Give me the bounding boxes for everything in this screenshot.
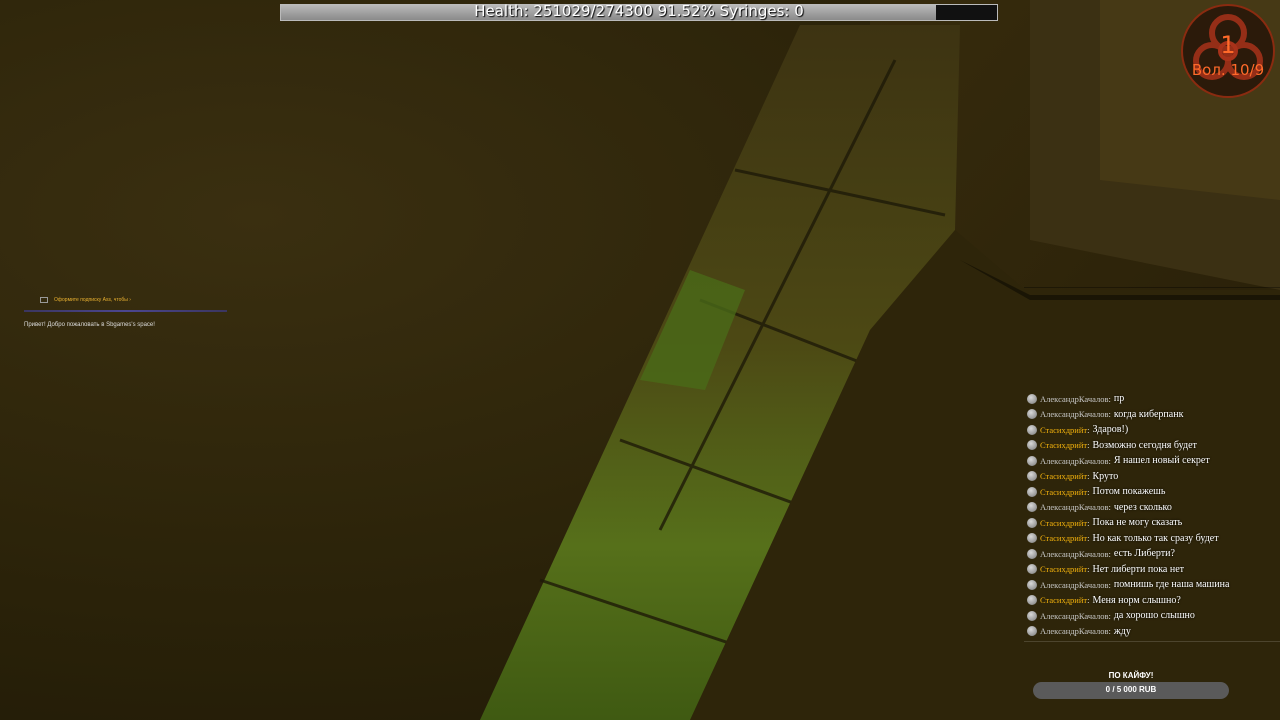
chat-bottom-divider (1024, 641, 1280, 642)
chat-avatar-icon (1027, 564, 1037, 575)
chat-username[interactable]: Стасихдрийт (1040, 518, 1087, 528)
chat-username[interactable]: Стасихдрийт (1040, 425, 1087, 435)
chat-message-text: Нет либерти пока нет (1092, 563, 1184, 575)
wave-label: Вол. 10/9 (1191, 61, 1265, 79)
mail-icon (40, 297, 48, 303)
chat-avatar-icon (1027, 595, 1037, 606)
chat-message: Стасихдрийт: Но как только так сразу буде… (1027, 531, 1277, 547)
chat-message: АлександрКачалов: когда киберпанк (1027, 407, 1277, 423)
chat-username[interactable]: Стасихдрийт (1040, 440, 1087, 450)
chat-message-text: жду (1113, 625, 1131, 637)
chat-message-text: помнишь где наша машина (1113, 579, 1230, 591)
chat-separator: : (1108, 610, 1111, 621)
chat-separator: : (1087, 424, 1090, 435)
chat-avatar-icon (1027, 409, 1037, 420)
chat-message-text: есть Либерти? (1113, 548, 1175, 560)
chat-separator: : (1108, 579, 1111, 590)
chat-username[interactable]: АлександрКачалов (1040, 456, 1108, 466)
donation-goal-title: ПО КАЙФУ! (1108, 671, 1154, 680)
chat-separator: : (1108, 393, 1111, 404)
chat-message-text: Возможно сегодня будет (1092, 439, 1197, 451)
chat-message-text: через сколько (1113, 501, 1172, 513)
chat-separator: : (1087, 595, 1090, 606)
chat-username[interactable]: АлександрКачалов (1040, 580, 1108, 590)
chat-username[interactable]: Стасихдрийт (1040, 533, 1087, 543)
chat-message-text: Пока не могу сказать (1092, 517, 1183, 529)
chat-separator: : (1087, 533, 1090, 544)
chat-message: Стасихдрийт: Пока не могу сказать (1027, 515, 1277, 531)
chat-message: АлександрКачалов: пр (1027, 391, 1277, 407)
wave-indicator: 1 Вол. 10/9 (1180, 3, 1276, 99)
chat-message-text: Здаров!) (1092, 424, 1129, 436)
stream-chat: АлександрКачалов: пр АлександрКачалов: когд… (1027, 391, 1277, 639)
chat-message-text: Меня норм слышно? (1092, 594, 1181, 606)
chat-separator: : (1087, 517, 1090, 528)
chat-avatar-icon (1027, 579, 1037, 590)
chat-username[interactable]: Стасихдрийт (1040, 564, 1087, 574)
chat-avatar-icon (1027, 393, 1037, 404)
overlay-divider (24, 310, 227, 312)
donation-goal-progress: 0 / 5 000 RUB (1105, 685, 1157, 694)
chat-message-text: да хорошо слышно (1113, 610, 1195, 622)
chat-message-text: пр (1113, 393, 1125, 405)
subscription-notice[interactable]: Оформите подписку Ass, чтобы › (40, 297, 131, 303)
chat-avatar-icon (1027, 486, 1037, 497)
chat-separator: : (1087, 471, 1090, 482)
chat-message: АлександрКачалов: Я нашел новый секрет (1027, 453, 1277, 469)
donation-goal-bar: 0 / 5 000 RUB (1033, 682, 1229, 699)
chat-avatar-icon (1027, 424, 1037, 435)
chat-message: АлександрКачалов: есть Либерти? (1027, 546, 1277, 562)
chat-username[interactable]: Стасихдрийт (1040, 471, 1087, 481)
chat-message: АлександрКачалов: помнишь где наша машина (1027, 577, 1277, 593)
chat-avatar-icon (1027, 502, 1037, 513)
chat-separator: : (1108, 409, 1111, 420)
chat-avatar-icon (1027, 533, 1037, 544)
chat-username[interactable]: Стасихдрийт (1040, 595, 1087, 605)
chat-message-text: Но как только так сразу будет (1092, 532, 1219, 544)
chat-top-divider (1024, 287, 1280, 288)
chat-message-text: Потом покажешь (1092, 486, 1166, 498)
chat-message: Стасихдрийт: Потом покажешь (1027, 484, 1277, 500)
chat-avatar-icon (1027, 517, 1037, 528)
chat-message: Стасихдрийт: Меня норм слышно? (1027, 593, 1277, 609)
health-bar: Health: 251029/274300 91.52% Syringes: 0 (280, 2, 998, 21)
chat-username[interactable]: АлександрКачалов (1040, 394, 1108, 404)
welcome-message: Привет! Добро пожаловать в Sbgames's spa… (24, 322, 155, 328)
chat-username[interactable]: АлександрКачалов (1040, 549, 1108, 559)
chat-avatar-icon (1027, 440, 1037, 451)
chat-separator: : (1087, 440, 1090, 451)
chat-separator: : (1108, 502, 1111, 513)
chat-separator: : (1108, 455, 1111, 466)
chat-separator: : (1108, 548, 1111, 559)
wave-number: 1 (1220, 31, 1236, 59)
chat-username[interactable]: Стасихдрийт (1040, 487, 1087, 497)
chat-username[interactable]: АлександрКачалов (1040, 502, 1108, 512)
chat-message-text: Я нашел новый секрет (1113, 455, 1210, 467)
chat-avatar-icon (1027, 548, 1037, 559)
chat-username[interactable]: АлександрКачалов (1040, 626, 1108, 636)
chat-message-text: когда киберпанк (1113, 408, 1184, 420)
chat-message: АлександрКачалов: жду (1027, 624, 1277, 640)
chat-message: АлександрКачалов: через сколько (1027, 500, 1277, 516)
chat-avatar-icon (1027, 610, 1037, 621)
chat-separator: : (1087, 486, 1090, 497)
health-status-text: Health: 251029/274300 91.52% Syringes: 0 (474, 2, 804, 20)
chat-avatar-icon (1027, 455, 1037, 466)
chat-message: Стасихдрийт: Здаров!) (1027, 422, 1277, 438)
chat-separator: : (1087, 564, 1090, 575)
chat-message: Стасихдрийт: Круто (1027, 469, 1277, 485)
chat-username[interactable]: АлександрКачалов (1040, 409, 1108, 419)
chat-username[interactable]: АлександрКачалов (1040, 611, 1108, 621)
chat-separator: : (1108, 626, 1111, 637)
subscription-notice-text: Оформите подписку Ass, чтобы › (54, 297, 131, 303)
chat-message: Стасихдрийт: Нет либерти пока нет (1027, 562, 1277, 578)
chat-message-text: Круто (1092, 470, 1119, 482)
chat-avatar-icon (1027, 626, 1037, 637)
chat-avatar-icon (1027, 471, 1037, 482)
chat-message: АлександрКачалов: да хорошо слышно (1027, 608, 1277, 624)
chat-message: Стасихдрийт: Возможно сегодня будет (1027, 438, 1277, 454)
